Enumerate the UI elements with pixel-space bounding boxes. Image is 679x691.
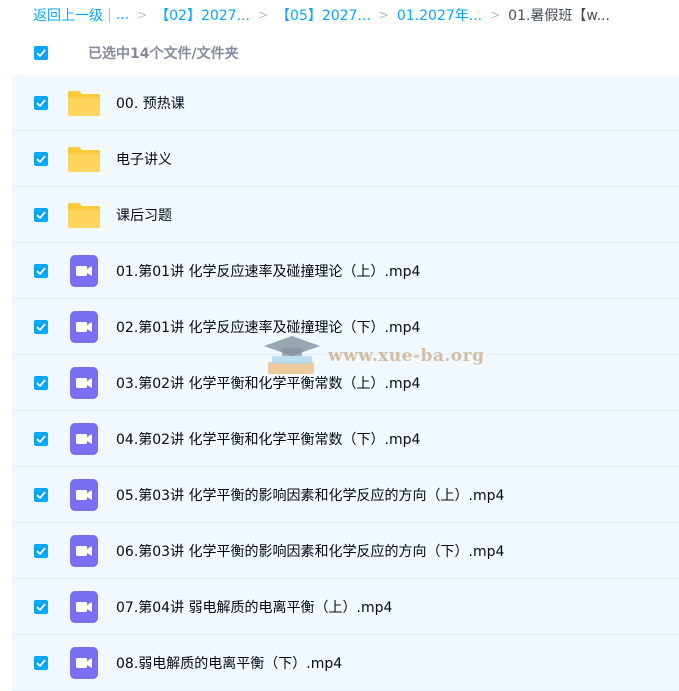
checkmark-icon [36,658,46,667]
file-checkbox[interactable] [34,487,48,502]
breadcrumb: 返回上一级 | ... > 【02】2027... > 【05】2027... … [0,0,679,30]
video-file-icon [66,477,102,513]
file-name[interactable]: 04.第02讲 化学平衡和化学平衡常数（下）.mp4 [116,429,420,449]
selection-summary: 已选中14个文件/文件夹 [88,45,239,62]
video-file-icon [66,589,102,625]
file-checkbox[interactable] [34,543,48,558]
file-checkbox[interactable] [34,431,48,446]
file-row[interactable]: 07.第04讲 弱电解质的电离平衡（上）.mp4 [12,579,679,635]
chevron-right-icon: > [257,8,268,22]
file-row[interactable]: 01.第01讲 化学反应速率及碰撞理论（上）.mp4 [12,243,679,299]
file-row[interactable]: 00. 预热课 [12,75,679,131]
chevron-right-icon: > [378,8,389,22]
video-file-icon [66,365,102,401]
file-row[interactable]: 08.弱电解质的电离平衡（下）.mp4 [12,635,679,691]
checkmark-icon [36,98,46,107]
file-row[interactable]: 02.第01讲 化学反应速率及碰撞理论（下）.mp4 [12,299,679,355]
select-all-checkbox[interactable] [34,45,48,60]
file-row[interactable]: 05.第03讲 化学平衡的影响因素和化学反应的方向（上）.mp4 [12,467,679,523]
folder-icon [66,197,102,233]
file-name[interactable]: 01.第01讲 化学反应速率及碰撞理论（上）.mp4 [116,261,420,281]
file-name[interactable]: 02.第01讲 化学反应速率及碰撞理论（下）.mp4 [116,317,420,337]
file-checkbox[interactable] [34,375,48,390]
file-checkbox[interactable] [34,655,48,670]
file-list: 00. 预热课 电子讲义课后习题 01.第01讲 化学反应速率及碰撞理论（上）.mp… [12,75,679,691]
file-row[interactable]: 课后习题 [12,187,679,243]
file-name[interactable]: 08.弱电解质的电离平衡（下）.mp4 [116,653,342,673]
file-name[interactable]: 07.第04讲 弱电解质的电离平衡（上）.mp4 [116,597,392,617]
file-row[interactable]: 04.第02讲 化学平衡和化学平衡常数（下）.mp4 [12,411,679,467]
selection-header: 已选中14个文件/文件夹 [12,30,679,75]
checkmark-icon [36,210,46,219]
chevron-right-icon: > [137,8,148,22]
chevron-right-icon: > [490,8,501,22]
file-name[interactable]: 电子讲义 [116,149,172,169]
breadcrumb-item-2[interactable]: 【05】2027... [276,5,371,25]
file-checkbox[interactable] [34,263,48,278]
breadcrumb-ellipsis[interactable]: ... [116,7,129,23]
checkmark-icon [36,154,46,163]
file-checkbox[interactable] [34,319,48,334]
checkmark-icon [36,546,46,555]
checkmark-icon [36,378,46,387]
checkmark-icon [36,602,46,611]
breadcrumb-divider: | [107,7,112,23]
video-file-icon [66,533,102,569]
breadcrumb-item-1[interactable]: 【02】2027... [155,5,250,25]
breadcrumb-item-3[interactable]: 01.2027年... [397,5,482,25]
file-row[interactable]: 电子讲义 [12,131,679,187]
checkmark-icon [36,322,46,331]
video-file-icon [66,421,102,457]
checkmark-icon [36,48,46,57]
file-name[interactable]: 06.第03讲 化学平衡的影响因素和化学反应的方向（下）.mp4 [116,541,504,561]
checkmark-icon [36,266,46,275]
checkmark-icon [36,490,46,499]
video-file-icon [66,309,102,345]
folder-icon [66,85,102,121]
file-name[interactable]: 课后习题 [116,205,172,225]
file-row[interactable]: 03.第02讲 化学平衡和化学平衡常数（上）.mp4 [12,355,679,411]
video-file-icon [66,645,102,681]
file-checkbox[interactable] [34,151,48,166]
file-name[interactable]: 03.第02讲 化学平衡和化学平衡常数（上）.mp4 [116,373,420,393]
file-checkbox[interactable] [34,95,48,110]
video-file-icon [66,253,102,289]
back-link[interactable]: 返回上一级 [33,5,103,25]
breadcrumb-current: 01.暑假班【w... [508,8,610,24]
folder-icon [66,141,102,177]
file-checkbox[interactable] [34,207,48,222]
file-checkbox[interactable] [34,599,48,614]
file-name[interactable]: 05.第03讲 化学平衡的影响因素和化学反应的方向（上）.mp4 [116,485,504,505]
file-name[interactable]: 00. 预热课 [116,93,185,113]
file-row[interactable]: 06.第03讲 化学平衡的影响因素和化学反应的方向（下）.mp4 [12,523,679,579]
checkmark-icon [36,434,46,443]
